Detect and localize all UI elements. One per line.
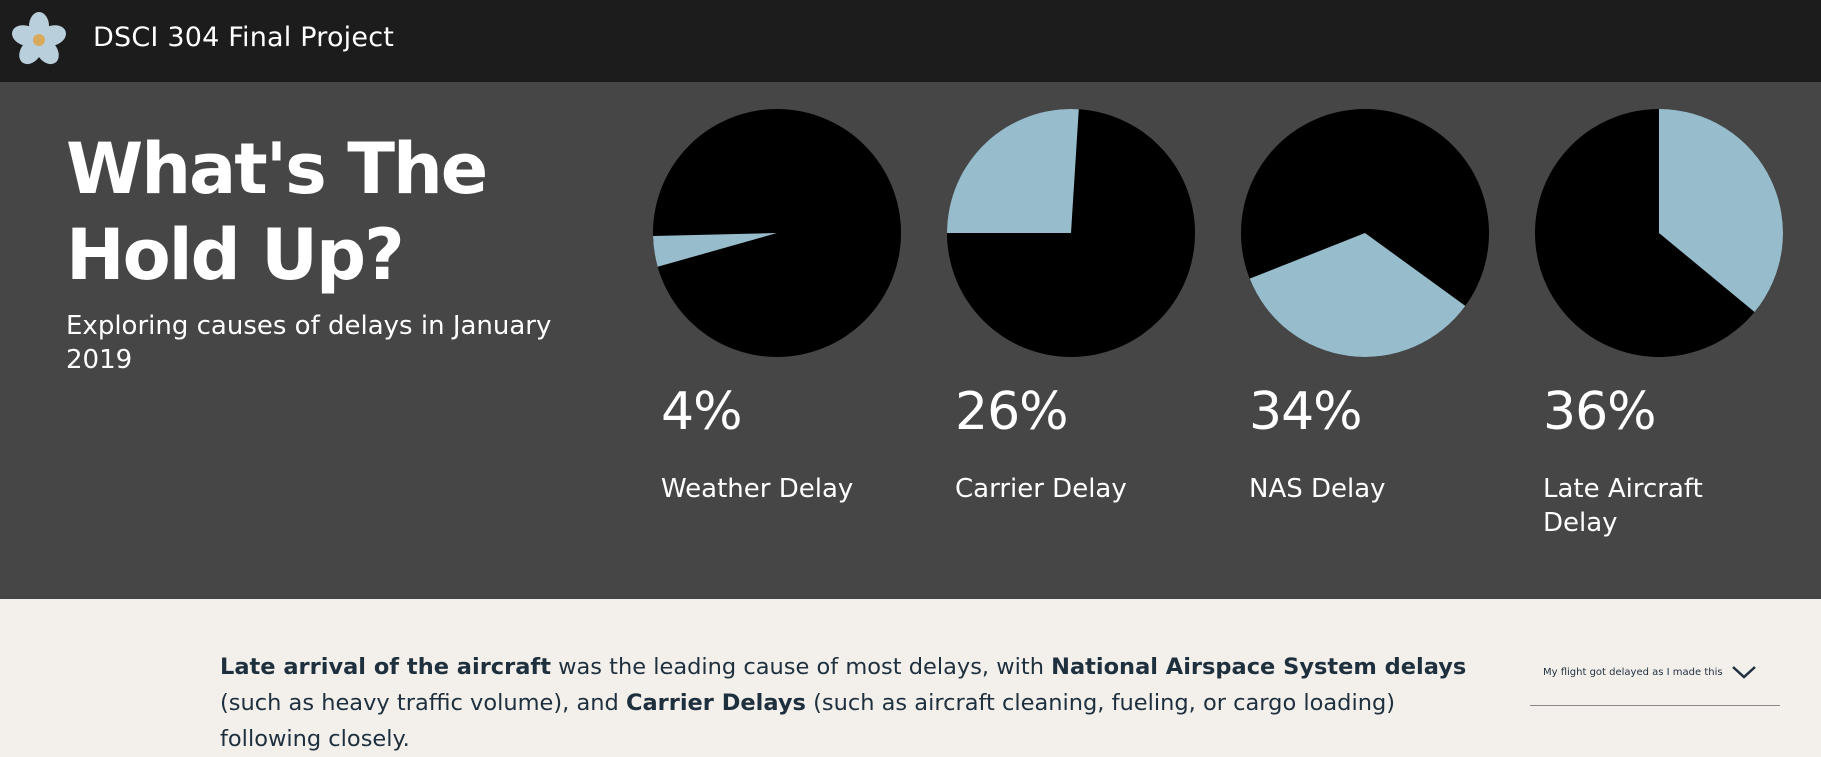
pie-percent: 34% — [1249, 382, 1363, 442]
summary-section: Late arrival of the aircraft was the lea… — [0, 599, 1821, 752]
summary-text-1: was the leading cause of most delays, wi… — [550, 654, 1052, 680]
pie-late-aircraft-delay: 36% Late Aircraft Delay — [1534, 82, 1794, 599]
pie-label: Carrier Delay — [955, 474, 1127, 504]
pie-weather-delay: 4% Weather Delay — [652, 82, 912, 599]
pie-chart — [1535, 109, 1783, 357]
pie-percent: 4% — [661, 382, 742, 442]
delay-dropdown[interactable]: My flight got delayed as I made this — [1530, 650, 1780, 706]
pie-chart — [653, 109, 901, 357]
pie-percent: 26% — [955, 382, 1069, 442]
pie-nas-delay: 34% NAS Delay — [1240, 82, 1500, 599]
page-title: What's The Hold Up? — [66, 128, 488, 296]
dropdown-label: My flight got delayed as I made this — [1543, 667, 1723, 678]
summary-bold-nas: National Airspace System delays — [1051, 654, 1467, 680]
flower-icon[interactable] — [9, 9, 69, 71]
top-bar: DSCI 304 Final Project — [0, 0, 1821, 82]
hero-section: What's The Hold Up? Exploring causes of … — [0, 82, 1821, 599]
pie-label: Weather Delay — [661, 474, 854, 504]
chevron-down-icon[interactable] — [1730, 662, 1758, 682]
pie-percent: 36% — [1543, 382, 1657, 442]
pie-carrier-delay: 26% Carrier Delay — [946, 82, 1206, 599]
site-title[interactable]: DSCI 304 Final Project — [93, 22, 394, 53]
pie-slice-highlight — [947, 109, 1079, 233]
summary-bold-late-aircraft: Late arrival of the aircraft — [220, 654, 551, 680]
pie-chart — [947, 109, 1195, 357]
summary-text: Late arrival of the aircraft was the lea… — [220, 649, 1490, 757]
pie-label: Late Aircraft Delay — [1543, 474, 1703, 538]
summary-text-2: (such as heavy traffic volume), and — [220, 690, 626, 716]
pie-chart — [1241, 109, 1489, 357]
page-subtitle: Exploring causes of delays in January 20… — [66, 311, 552, 375]
pie-label: NAS Delay — [1249, 474, 1386, 504]
summary-bold-carrier: Carrier Delays — [625, 690, 806, 716]
